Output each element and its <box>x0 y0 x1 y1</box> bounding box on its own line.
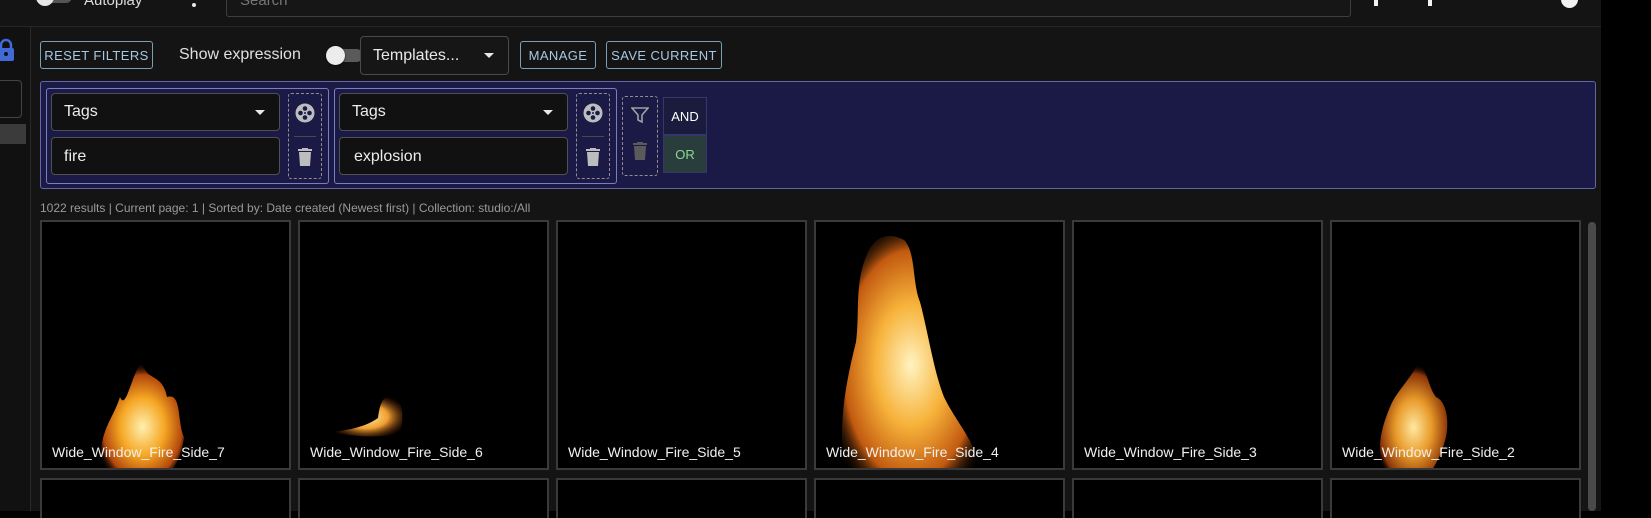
asset-name: Wide_Window_Fire_Side_3 <box>1084 444 1257 460</box>
asset-name: Wide_Window_Fire_Side_5 <box>568 444 741 460</box>
delete-icon[interactable] <box>585 148 601 171</box>
window-edge <box>1601 0 1651 511</box>
asset-name: Wide_Window_Fire_Side_2 <box>1342 444 1515 460</box>
asset-thumbnail <box>101 362 184 468</box>
or-toggle-button[interactable]: OR <box>663 135 707 173</box>
delete-icon[interactable] <box>632 142 648 165</box>
asset-name: Wide_Window_Fire_Side_4 <box>826 444 999 460</box>
show-expression-toggle[interactable] <box>326 46 363 65</box>
autoplay-toggle[interactable] <box>36 0 74 6</box>
chevron-down-icon <box>543 110 553 115</box>
film-reel-icon[interactable] <box>295 103 315 128</box>
manage-button[interactable]: MANAGE <box>520 41 596 69</box>
show-expression-label: Show expression <box>179 46 301 63</box>
and-toggle-button[interactable]: AND <box>663 97 707 135</box>
filter-icon[interactable] <box>630 106 650 129</box>
search-input[interactable] <box>226 0 1351 17</box>
search-placeholder: Search <box>240 0 288 9</box>
filter-value-text: explosion <box>354 148 422 165</box>
filter-field-value: Tags <box>64 103 98 120</box>
asset-card[interactable] <box>814 478 1065 518</box>
asset-card[interactable] <box>556 478 807 518</box>
chevron-down-icon <box>255 110 265 115</box>
asset-thumbnail <box>330 396 403 437</box>
asset-card[interactable]: Wide_Window_Fire_Side_6 <box>298 220 549 470</box>
asset-card[interactable]: Wide_Window_Fire_Side_7 <box>40 220 291 470</box>
more-vert-icon[interactable] <box>191 0 197 8</box>
templates-select-value: Templates... <box>373 47 460 64</box>
left-panel-field[interactable] <box>0 80 22 118</box>
asset-card[interactable] <box>1072 478 1323 518</box>
lock-icon[interactable] <box>0 38 16 62</box>
asset-name: Wide_Window_Fire_Side_7 <box>52 444 225 460</box>
asset-name: Wide_Window_Fire_Side_6 <box>310 444 483 460</box>
asset-card[interactable] <box>1330 478 1581 518</box>
left-panel-item[interactable] <box>0 124 26 144</box>
asset-card[interactable]: Wide_Window_Fire_Side_4 <box>814 220 1065 470</box>
delete-icon[interactable] <box>297 148 313 171</box>
asset-card[interactable] <box>40 478 291 518</box>
filter-field-value: Tags <box>352 103 386 120</box>
results-status: 1022 results | Current page: 1 | Sorted … <box>40 201 531 215</box>
reset-filters-button[interactable]: RESET FILTERS <box>40 41 153 69</box>
asset-card[interactable]: Wide_Window_Fire_Side_2 <box>1330 220 1581 470</box>
scrollbar[interactable] <box>1588 222 1596 511</box>
filter-value-text: fire <box>64 148 87 165</box>
toolbar-icon[interactable] <box>1374 0 1378 6</box>
film-reel-icon[interactable] <box>583 103 603 128</box>
toolbar-icon[interactable] <box>1428 0 1432 6</box>
asset-thumbnail <box>1379 364 1448 468</box>
asset-card[interactable]: Wide_Window_Fire_Side_3 <box>1072 220 1323 470</box>
autoplay-label: Autoplay <box>84 0 143 9</box>
save-current-button[interactable]: SAVE CURRENT <box>606 41 722 69</box>
asset-card[interactable]: Wide_Window_Fire_Side_5 <box>556 220 807 470</box>
asset-card[interactable] <box>298 478 549 518</box>
asset-thumbnail <box>841 236 980 468</box>
chevron-down-icon <box>484 53 494 58</box>
